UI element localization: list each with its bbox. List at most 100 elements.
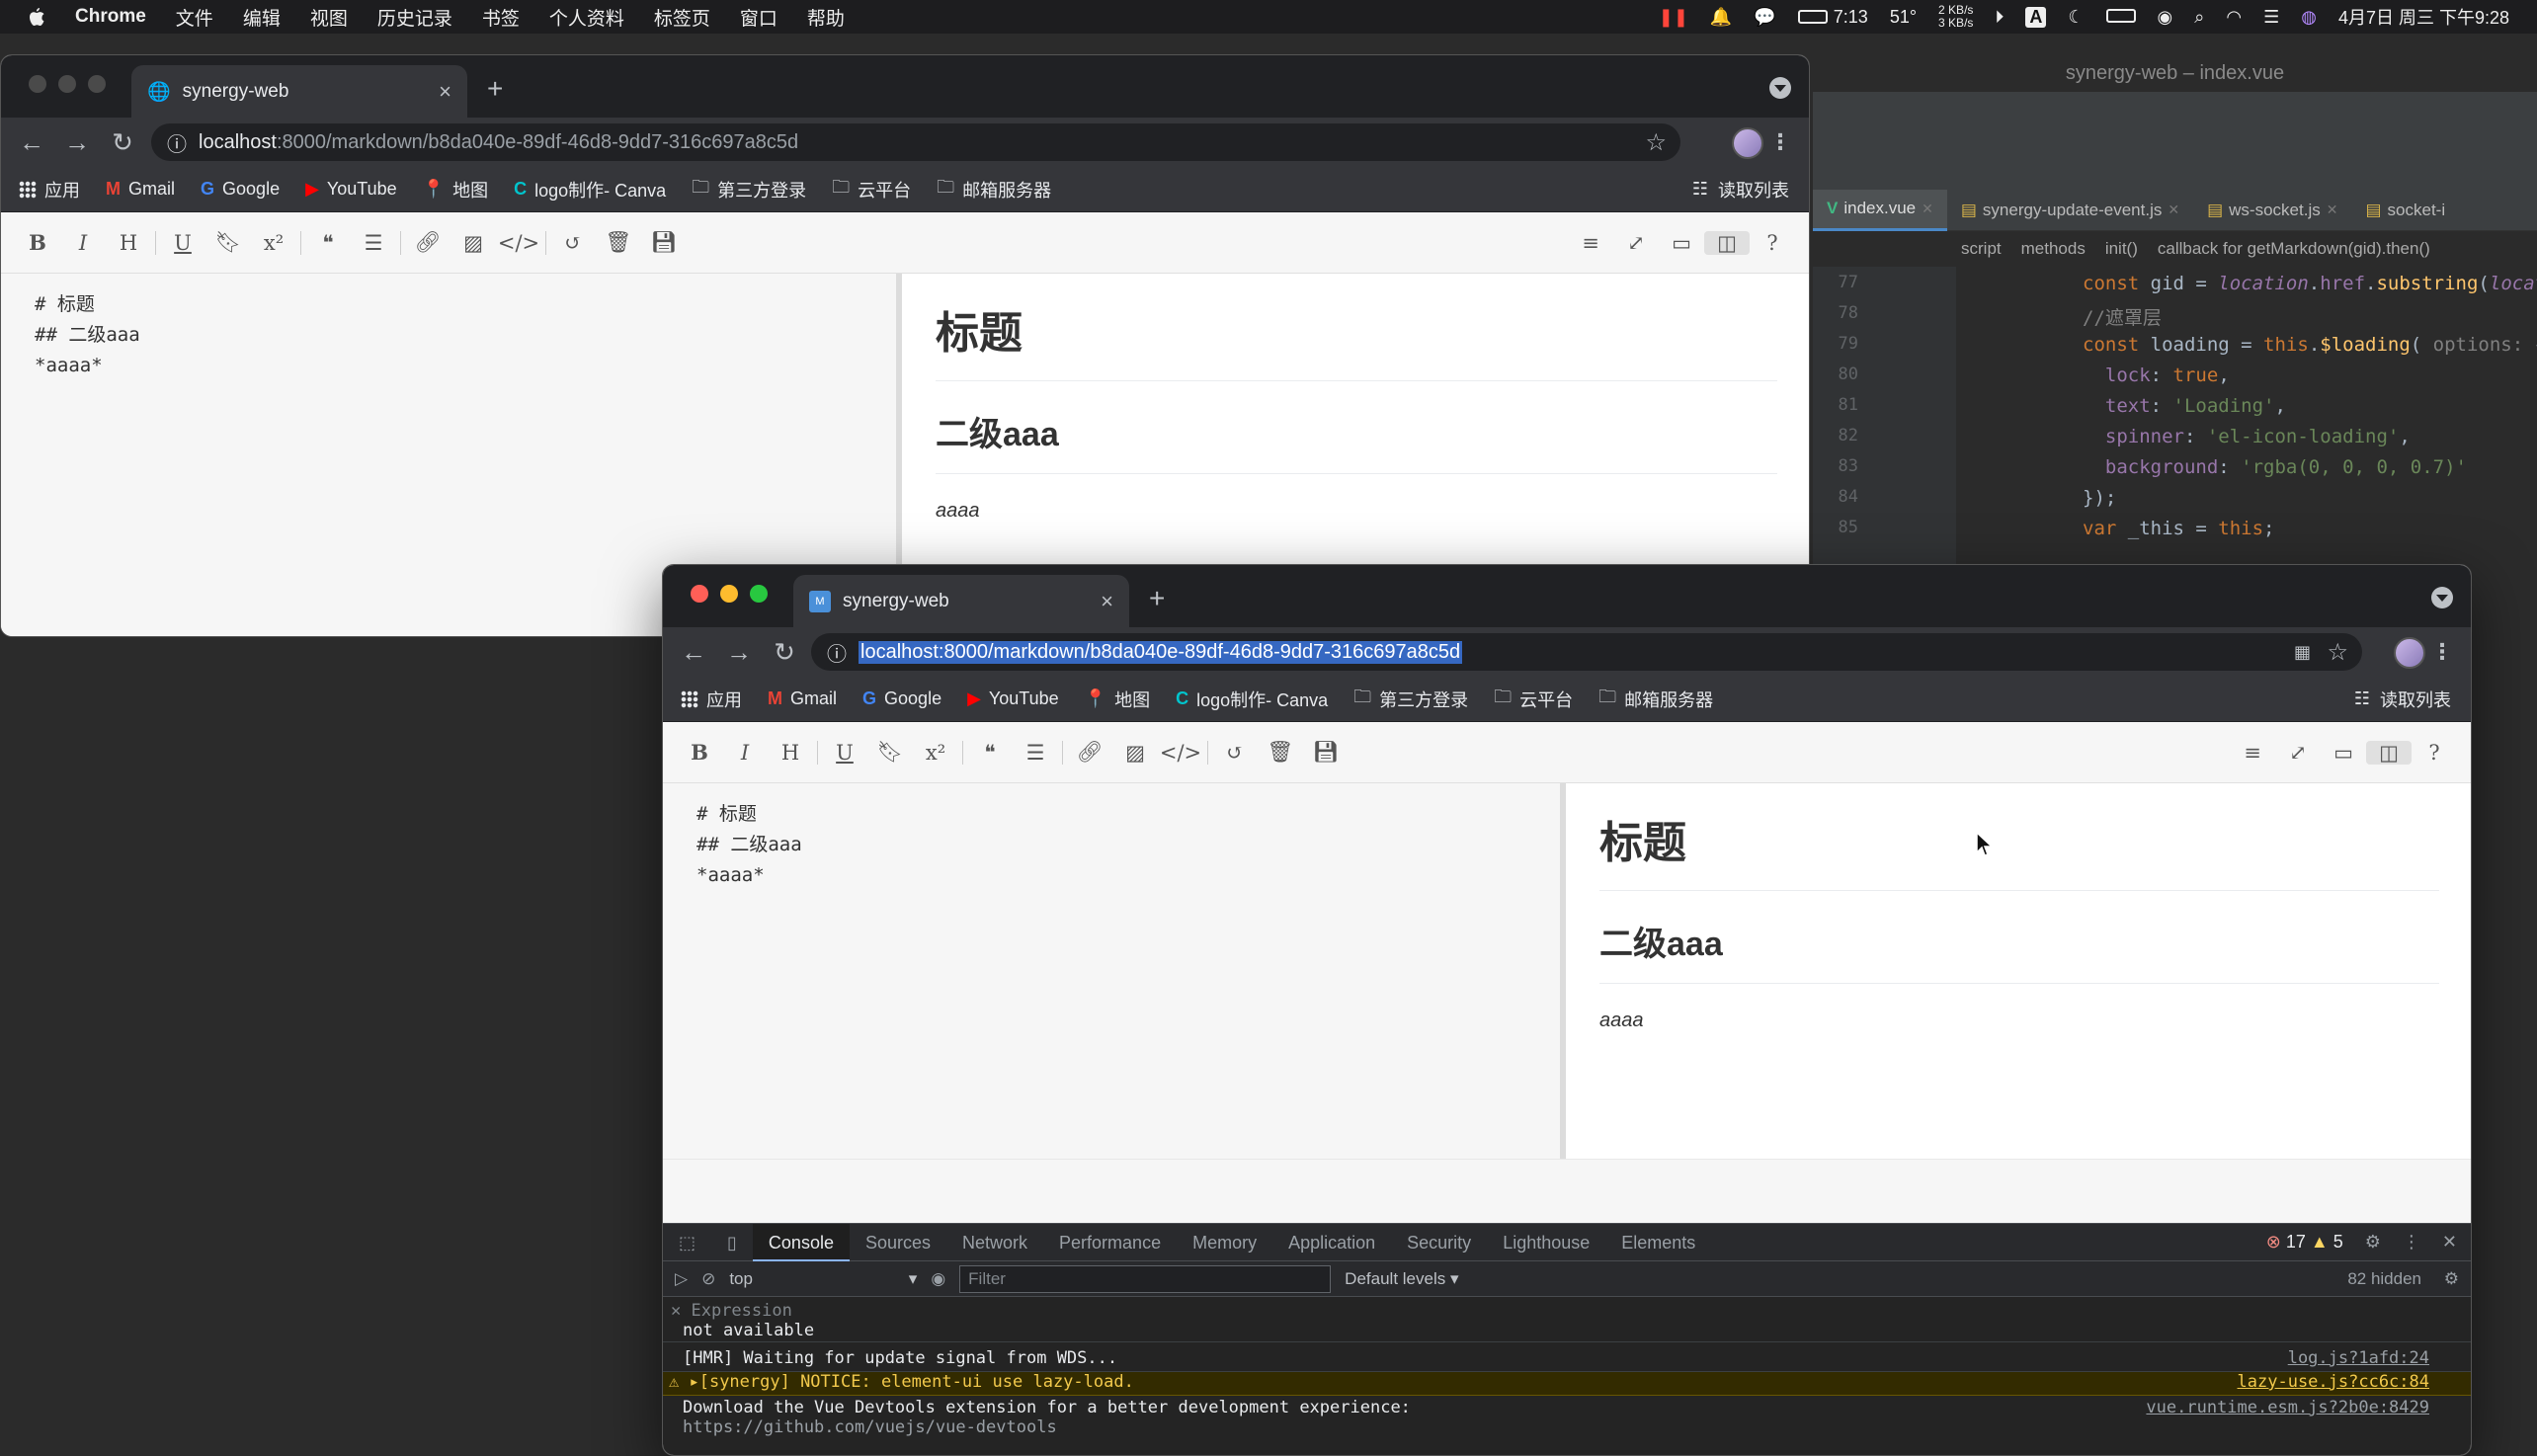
menu-icon[interactable]: ≡ <box>1568 231 1613 255</box>
heading-button[interactable]: H <box>768 741 813 765</box>
bookmark-folder-mail[interactable]: 🗀 邮箱服务器 <box>1598 685 1713 714</box>
superscript-button[interactable]: x² <box>913 741 958 765</box>
tab-search-icon[interactable] <box>1769 77 1791 99</box>
user-icon[interactable]: ◉ <box>2158 7 2173 28</box>
tab-security[interactable]: Security <box>1391 1224 1487 1261</box>
chrome-menu-icon[interactable]: ⋮ <box>1769 129 1791 155</box>
apple-icon[interactable] <box>28 7 45 27</box>
sidebar-toggle-icon[interactable]: ▷ <box>675 1269 688 1289</box>
context-selector[interactable]: top ▾ <box>729 1266 917 1292</box>
menu-app-name[interactable]: Chrome <box>75 6 146 28</box>
list-icon[interactable]: ☰ <box>351 231 396 255</box>
bookmark-youtube[interactable]: ▶ YouTube <box>967 688 1059 709</box>
save-icon[interactable]: 💾︎ <box>641 230 687 255</box>
reading-list[interactable]: ☷ 读取列表 <box>1692 177 1789 202</box>
menu-profiles[interactable]: 个人资料 <box>549 4 624 31</box>
tab-close-icon[interactable]: × <box>439 79 451 105</box>
bookmark-apps[interactable]: 应用 <box>681 687 742 712</box>
crumb-callback[interactable]: callback for getMarkdown(gid).then() <box>2158 239 2430 259</box>
reload-button[interactable]: ↻ <box>762 637 807 668</box>
image-icon[interactable]: ▨ <box>450 231 496 255</box>
bookmark-folder-cloud[interactable]: 🗀 云平台 <box>832 175 911 204</box>
reload-button[interactable]: ↻ <box>100 127 145 158</box>
window-icon[interactable]: ▭ <box>2321 741 2366 765</box>
moon-icon[interactable]: ☾ <box>2068 7 2084 28</box>
crumb-script[interactable]: script <box>1961 239 2002 259</box>
menu-view[interactable]: 视图 <box>310 4 348 31</box>
devtools-more-icon[interactable]: ⋮ <box>2403 1232 2420 1253</box>
console-settings-icon[interactable]: ⚙ <box>2444 1269 2459 1289</box>
ide-tab-ws-socket[interactable]: ▤ ws-socket.js ✕ <box>2193 190 2351 231</box>
devtools-url-link[interactable]: https://github.com/vuejs/vue-devtools <box>683 1417 1057 1437</box>
help-icon[interactable]: ? <box>1750 231 1795 255</box>
bookmark-icon[interactable]: 🔖︎ <box>867 740 913 765</box>
console-filter-input[interactable]: Filter <box>959 1264 1332 1293</box>
close-icon[interactable]: ✕ <box>1922 201 1933 217</box>
bold-button[interactable]: B <box>15 230 60 255</box>
bookmark-folder-third-party[interactable]: 🗀 第三方登录 <box>1353 685 1468 714</box>
minimize-window-button[interactable] <box>58 75 76 93</box>
menubar-clock[interactable]: 4月7日 周三 下午9:28 <box>2338 4 2509 30</box>
message-source-link[interactable]: vue.runtime.esm.js?2b0e:8429 <box>2146 1398 2429 1417</box>
new-tab-button[interactable]: + <box>487 73 503 105</box>
tab-search-icon[interactable] <box>2431 587 2453 608</box>
bookmark-maps[interactable]: 📍 地图 <box>423 177 488 202</box>
crumb-methods[interactable]: methods <box>2021 239 2086 259</box>
quote-icon[interactable]: ❝ <box>305 231 351 255</box>
back-button[interactable]: ← <box>671 637 716 668</box>
input-method-icon[interactable]: A <box>2025 6 2047 28</box>
recording-icon[interactable]: ❚❚ <box>1659 7 1688 28</box>
notification-bell-icon[interactable]: 🔔 <box>1710 7 1732 28</box>
close-window-button[interactable] <box>691 585 708 603</box>
bookmark-google[interactable]: G Google <box>862 688 941 709</box>
play-icon[interactable]: ⏵ <box>1995 7 2004 28</box>
window-icon[interactable]: ▭ <box>1659 231 1704 255</box>
split-view-icon[interactable]: ◫ <box>1704 230 1750 255</box>
siri-icon[interactable]: ◍ <box>2301 7 2317 28</box>
undo-icon[interactable]: ↺ <box>550 231 596 255</box>
bookmark-star-icon[interactable]: ☆ <box>2327 638 2348 667</box>
tab-sources[interactable]: Sources <box>850 1224 946 1261</box>
live-expression-eye-icon[interactable]: ◉ <box>931 1269 945 1289</box>
devtools-close-icon[interactable]: ✕ <box>2442 1232 2457 1253</box>
browser-tab[interactable]: 🌐 synergy-web × <box>131 65 467 118</box>
close-icon[interactable]: ✕ <box>2327 202 2338 218</box>
bookmark-folder-third-party[interactable]: 🗀 第三方登录 <box>692 175 806 204</box>
bold-button[interactable]: B <box>677 740 722 765</box>
bookmark-maps[interactable]: 📍 地图 <box>1085 687 1150 712</box>
menu-tabs[interactable]: 标签页 <box>654 4 710 31</box>
undo-icon[interactable]: ↺ <box>1212 741 1258 765</box>
split-view-icon[interactable]: ◫ <box>2366 740 2412 765</box>
tab-lighthouse[interactable]: Lighthouse <box>1487 1224 1605 1261</box>
zoom-window-button[interactable] <box>750 585 768 603</box>
tab-application[interactable]: Application <box>1272 1224 1391 1261</box>
bookmark-youtube[interactable]: ▶ YouTube <box>305 179 397 200</box>
back-button[interactable]: ← <box>9 127 54 158</box>
log-levels-dropdown[interactable]: Default levels ▾ <box>1345 1269 1458 1289</box>
link-icon[interactable]: 🔗︎ <box>1067 740 1112 765</box>
markdown-source[interactable]: # 标题 ## 二级aaa *aaaa* <box>663 783 1560 1159</box>
clear-console-icon[interactable]: ⊘ <box>701 1269 715 1289</box>
fullscreen-icon[interactable]: ⤢ <box>2275 741 2321 765</box>
menu-icon[interactable]: ≡ <box>2230 741 2275 765</box>
tab-performance[interactable]: Performance <box>1043 1224 1177 1261</box>
underline-button[interactable]: U <box>160 231 205 255</box>
tab-memory[interactable]: Memory <box>1177 1224 1272 1261</box>
profile-avatar[interactable] <box>2394 637 2425 669</box>
italic-button[interactable]: I <box>722 741 768 765</box>
menu-history[interactable]: 历史记录 <box>377 4 452 31</box>
chrome-menu-icon[interactable]: ⋮ <box>2431 639 2453 665</box>
battery-status-icon[interactable] <box>2105 7 2136 28</box>
trash-icon[interactable]: 🗑︎ <box>1258 740 1303 765</box>
issue-counter[interactable]: ⊗ 17 ▲ 5 <box>2266 1232 2343 1253</box>
new-tab-button[interactable]: + <box>1149 583 1165 614</box>
help-icon[interactable]: ? <box>2412 741 2457 765</box>
tab-console[interactable]: Console <box>752 1223 850 1261</box>
zoom-window-button[interactable] <box>88 75 106 93</box>
bookmark-icon[interactable]: 🔖︎ <box>205 230 251 255</box>
menu-file[interactable]: 文件 <box>176 4 213 31</box>
site-info-icon[interactable]: ⓘ <box>827 638 847 667</box>
bookmark-canva[interactable]: Clogo制作- Canva <box>1176 687 1328 712</box>
crumb-init[interactable]: init() <box>2105 239 2138 259</box>
bookmark-folder-cloud[interactable]: 🗀 云平台 <box>1494 685 1573 714</box>
